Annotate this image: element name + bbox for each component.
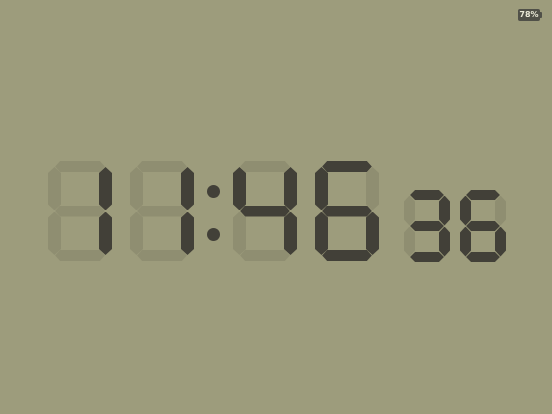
segment-lower-left — [404, 227, 415, 257]
segment-bottom — [137, 250, 187, 261]
segment-upper-right — [284, 167, 297, 210]
segment-lower-right — [366, 212, 379, 255]
clock-screen: 78% — [0, 0, 552, 414]
colon-dot-top — [207, 185, 220, 198]
segment-upper-right — [181, 167, 194, 210]
colon-dot-bottom — [207, 228, 220, 241]
segment-middle — [55, 206, 105, 217]
segment-upper-left — [460, 196, 471, 226]
segment-top — [55, 161, 105, 172]
segment-lower-left — [460, 227, 471, 257]
segment-lower-left — [315, 212, 328, 255]
segment-bottom — [55, 250, 105, 261]
segment-lower-right — [99, 212, 112, 255]
battery-indicator: 78% — [518, 9, 542, 21]
segment-top — [322, 161, 372, 172]
segment-upper-right — [439, 196, 450, 226]
segment-upper-left — [404, 196, 415, 226]
segment-upper-right — [495, 196, 506, 226]
segment-lower-left — [130, 212, 143, 255]
segment-lower-right — [181, 212, 194, 255]
segment-lower-right — [284, 212, 297, 255]
segment-upper-right — [366, 167, 379, 210]
segment-bottom — [322, 250, 372, 261]
segment-lower-right — [439, 227, 450, 257]
segment-middle — [410, 221, 444, 231]
segment-middle — [466, 221, 500, 231]
segment-lower-left — [48, 212, 61, 255]
segment-middle — [322, 206, 372, 217]
segment-bottom — [410, 252, 444, 262]
segment-upper-left — [48, 167, 61, 210]
segment-bottom — [466, 252, 500, 262]
segment-top — [466, 190, 500, 200]
segment-upper-right — [99, 167, 112, 210]
hour-ones-digit — [130, 161, 194, 261]
segment-middle — [240, 206, 290, 217]
segment-bottom — [240, 250, 290, 261]
second-tens-digit — [404, 190, 450, 262]
minute-tens-digit — [233, 161, 297, 261]
segment-lower-right — [495, 227, 506, 257]
segment-upper-left — [315, 167, 328, 210]
segment-top — [240, 161, 290, 172]
segment-middle — [137, 206, 187, 217]
segment-lower-left — [233, 212, 246, 255]
second-ones-digit — [460, 190, 506, 262]
segment-top — [410, 190, 444, 200]
hour-tens-digit — [48, 161, 112, 261]
segment-top — [137, 161, 187, 172]
segment-upper-left — [130, 167, 143, 210]
minute-ones-digit — [315, 161, 379, 261]
segment-upper-left — [233, 167, 246, 210]
